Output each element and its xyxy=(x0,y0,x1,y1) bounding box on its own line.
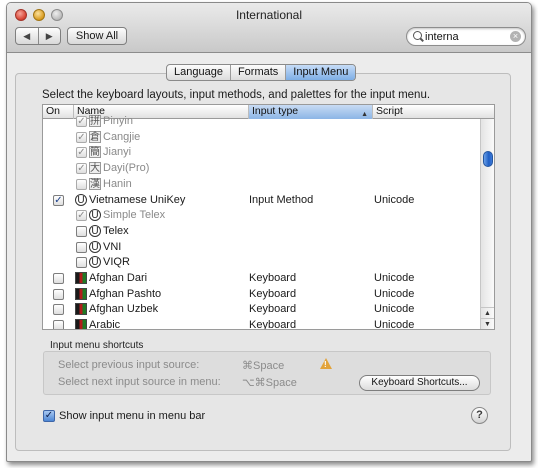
row-name: VNI xyxy=(103,240,122,253)
row-checkbox[interactable] xyxy=(76,257,87,269)
table-row[interactable]: Afghan Dari Keyboard Unicode xyxy=(43,271,481,286)
row-input-type: Keyboard xyxy=(249,272,297,284)
globe-icon: U xyxy=(89,224,101,237)
row-name: Pinyin xyxy=(103,115,133,127)
tab-language[interactable]: Language xyxy=(167,65,231,80)
scrollbar-thumb[interactable] xyxy=(483,151,493,167)
flag-icon xyxy=(75,303,87,316)
chinese-char-icon: 倉 xyxy=(89,130,101,143)
tab-bar: Language Formats Input Menu xyxy=(166,64,357,81)
previous-source-label: Select previous input source: xyxy=(58,359,200,371)
row-script: Unicode xyxy=(374,287,415,300)
row-name: Hanin xyxy=(103,177,132,190)
row-checkbox[interactable]: ✓ xyxy=(76,131,87,143)
search-icon xyxy=(413,31,422,40)
row-script: Unicode xyxy=(374,303,415,316)
chinese-char-icon: 漢 xyxy=(89,177,101,190)
flag-icon xyxy=(75,272,87,284)
table-row[interactable]: Afghan Uzbek Keyboard Unicode xyxy=(43,302,481,317)
row-checkbox[interactable]: ✓ xyxy=(53,194,64,206)
row-checkbox[interactable] xyxy=(53,288,64,300)
row-checkbox[interactable]: ✓ xyxy=(76,147,87,159)
search-input[interactable] xyxy=(425,29,505,44)
row-name: Dayi(Pro) xyxy=(103,162,150,175)
row-input-type: Input Method xyxy=(249,193,314,206)
table-row[interactable]: ✓ U Simple Telex xyxy=(43,208,481,223)
row-name: Arabic xyxy=(89,319,121,330)
row-script: Unicode xyxy=(374,193,415,206)
table-row[interactable]: 漢 Hanin xyxy=(43,177,481,192)
row-name: Telex xyxy=(103,224,129,237)
show-input-menu-checkbox[interactable]: ✓ xyxy=(43,410,55,422)
scroll-down-arrow-icon[interactable]: ▼ xyxy=(481,318,494,329)
next-source-label: Select next input source in menu: xyxy=(58,376,221,388)
table-row[interactable]: ✓ 簡 Jianyi xyxy=(43,145,481,160)
row-script: Unicode xyxy=(374,319,415,330)
row-checkbox[interactable] xyxy=(76,241,87,253)
row-name: Jianyi xyxy=(103,146,132,159)
table-row[interactable]: U VIQR xyxy=(43,255,481,270)
keyboard-shortcuts-button[interactable]: Keyboard Shortcuts... xyxy=(359,375,480,391)
previous-source-shortcut: ⌘Space xyxy=(242,360,285,372)
chinese-char-icon: 大 xyxy=(89,162,101,175)
table-row[interactable]: U Telex xyxy=(43,224,481,239)
globe-icon: U xyxy=(75,193,87,206)
clear-search-icon[interactable]: × xyxy=(510,31,521,42)
scroll-up-arrow-icon[interactable]: ▲ xyxy=(481,307,494,318)
row-checkbox[interactable] xyxy=(76,225,87,237)
row-name: Afghan Uzbek xyxy=(89,303,159,316)
search-field: × xyxy=(406,27,526,46)
chinese-char-icon: 拼 xyxy=(89,115,101,127)
table-row[interactable]: ✓ 倉 Cangjie xyxy=(43,130,481,145)
table-row[interactable]: ✓ 大 Dayi(Pro) xyxy=(43,161,481,176)
row-input-type: Keyboard xyxy=(249,303,297,316)
warning-icon: ! xyxy=(320,358,332,369)
shortcuts-section-label: Input menu shortcuts xyxy=(50,340,144,351)
table-row[interactable]: ✓ 拼 Pinyin xyxy=(43,114,481,129)
flag-icon xyxy=(75,287,87,300)
globe-icon: U xyxy=(89,209,101,222)
globe-icon: U xyxy=(89,256,101,269)
row-input-type: Keyboard xyxy=(249,287,297,300)
table-row[interactable]: U VNI xyxy=(43,240,481,255)
table-row[interactable]: ✓ U Vietnamese UniKey Input Method Unicode xyxy=(43,193,481,208)
title-bar: International ◀ ▶ Show All × xyxy=(7,3,531,53)
row-name: Simple Telex xyxy=(103,209,166,222)
row-name: Cangjie xyxy=(103,130,141,143)
row-checkbox[interactable]: ✓ xyxy=(76,116,87,127)
help-icon[interactable]: ? xyxy=(471,407,488,424)
back-arrow-icon[interactable]: ◀ xyxy=(16,28,39,44)
tab-formats[interactable]: Formats xyxy=(231,65,287,80)
window-title: International xyxy=(235,8,303,22)
warning-mark: ! xyxy=(324,360,327,369)
back-forward-control: ◀ ▶ xyxy=(15,27,61,45)
flag-icon xyxy=(75,319,87,329)
row-checkbox[interactable] xyxy=(76,178,87,190)
next-source-shortcut: ⌥⌘Space xyxy=(242,377,297,389)
row-name: Afghan Pashto xyxy=(89,287,162,300)
show-input-menu-option: ✓ Show input menu in menu bar xyxy=(43,409,205,423)
row-checkbox[interactable] xyxy=(53,273,64,284)
row-input-type: Keyboard xyxy=(249,319,297,330)
input-sources-table: On Name Input type ▲ Script ✓ 拼 Pinyin ✓ 倉 Ca… xyxy=(42,104,495,330)
instruction-text: Select the keyboard layouts, input metho… xyxy=(42,89,431,101)
row-name: Afghan Dari xyxy=(89,272,148,284)
row-checkbox[interactable] xyxy=(53,304,64,316)
show-input-menu-label[interactable]: Show input menu in menu bar xyxy=(59,410,205,422)
row-checkbox[interactable]: ✓ xyxy=(76,163,87,175)
row-checkbox[interactable] xyxy=(53,320,64,329)
chinese-char-icon: 簡 xyxy=(89,146,101,159)
table-row[interactable]: Arabic Keyboard Unicode xyxy=(43,318,481,330)
tab-input-menu[interactable]: Input Menu xyxy=(286,65,356,80)
globe-icon: U xyxy=(89,240,101,253)
row-name: VIQR xyxy=(103,256,130,269)
table-row[interactable]: Afghan Pashto Keyboard Unicode xyxy=(43,287,481,302)
row-script: Unicode xyxy=(374,272,415,284)
row-checkbox[interactable]: ✓ xyxy=(76,210,87,222)
row-name: Vietnamese UniKey xyxy=(89,193,186,206)
forward-arrow-icon[interactable]: ▶ xyxy=(39,28,61,44)
show-all-button[interactable]: Show All xyxy=(67,27,127,45)
table-scrollbar[interactable]: ▲ ▼ xyxy=(480,119,494,329)
